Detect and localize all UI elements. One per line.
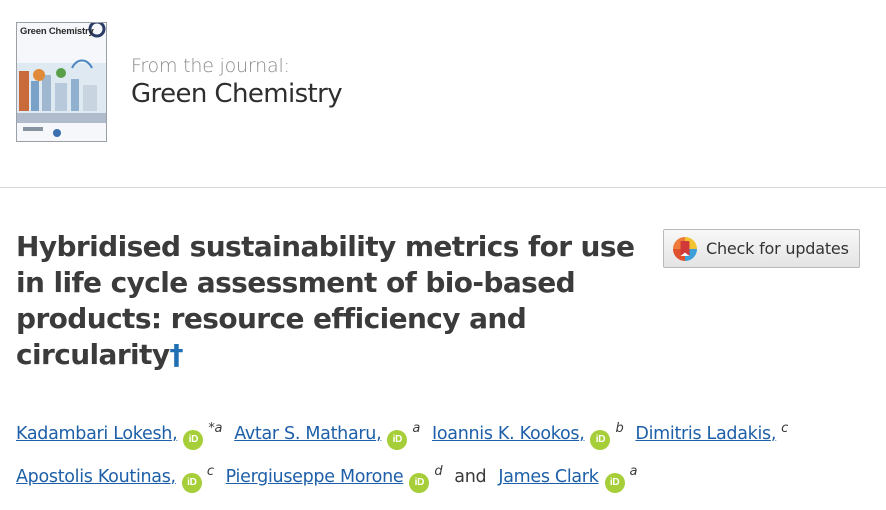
author-name-link[interactable]: Apostolis Koutinas,: [16, 467, 176, 487]
affiliation-superscript: b: [615, 421, 624, 436]
author-item: Avtar S. Matharu, iD a: [234, 421, 421, 450]
author-item: Ioannis K. Kookos, iD b: [432, 421, 624, 450]
author-name-link[interactable]: Ioannis K. Kookos,: [432, 424, 585, 444]
author-item: James Clark iD a: [498, 464, 638, 493]
author-separator: ,: [770, 424, 777, 444]
journal-from-label: From the journal:: [131, 55, 290, 77]
orcid-icon[interactable]: iD: [183, 430, 204, 450]
author-name-link[interactable]: Kadambari Lokesh,: [16, 424, 178, 444]
cover-title: Green Chemistry: [20, 26, 94, 37]
article-title: Hybridised sustainability metrics for us…: [16, 229, 636, 373]
author-item: Apostolis Koutinas, iD c: [16, 464, 214, 493]
author-separator: ,: [376, 424, 382, 444]
orcid-icon[interactable]: iD: [604, 473, 625, 493]
author-name-link[interactable]: Avtar S. Matharu,: [234, 424, 381, 444]
affiliation-superscript: c: [206, 464, 214, 479]
author-separator: ,: [172, 424, 178, 444]
orcid-icon[interactable]: iD: [590, 430, 611, 450]
author-item: Kadambari Lokesh, iD *a: [16, 421, 223, 450]
header-divider: [0, 187, 886, 188]
author-item: Piergiuseppe Morone iD d: [226, 464, 443, 493]
affiliation-superscript: d: [434, 464, 443, 479]
check-for-updates-button[interactable]: Check for updates: [663, 229, 860, 268]
affiliation-superscript: c: [781, 421, 788, 436]
article-title-text: Hybridised sustainability metrics for us…: [16, 230, 635, 371]
author-separator: ,: [579, 424, 585, 444]
journal-cover-image[interactable]: Green Chemistry: [16, 22, 107, 142]
electronic-supplementary-link[interactable]: †: [169, 338, 183, 371]
author-list: Kadambari Lokesh, iD*a Avtar S. Matharu, iD…: [16, 410, 876, 496]
author-conjunction: and: [454, 467, 487, 487]
orcid-icon[interactable]: iD: [409, 473, 430, 493]
crossmark-icon: [673, 236, 697, 261]
cover-artwork: [17, 23, 106, 137]
affiliation-superscript: *a: [208, 421, 223, 436]
author-name-link[interactable]: Dimitris Ladakis,: [635, 424, 776, 444]
affiliation-superscript: a: [629, 464, 638, 479]
author-item: Dimitris Ladakis, c: [635, 421, 788, 444]
journal-name-link[interactable]: Green Chemistry: [131, 79, 343, 109]
orcid-icon[interactable]: iD: [181, 473, 202, 493]
orcid-icon[interactable]: iD: [387, 430, 408, 450]
author-name-link[interactable]: James Clark: [498, 467, 599, 487]
check-for-updates-label: Check for updates: [706, 239, 849, 258]
author-separator: ,: [170, 467, 177, 487]
affiliation-superscript: a: [412, 421, 421, 436]
author-name-link[interactable]: Piergiuseppe Morone: [226, 467, 404, 487]
